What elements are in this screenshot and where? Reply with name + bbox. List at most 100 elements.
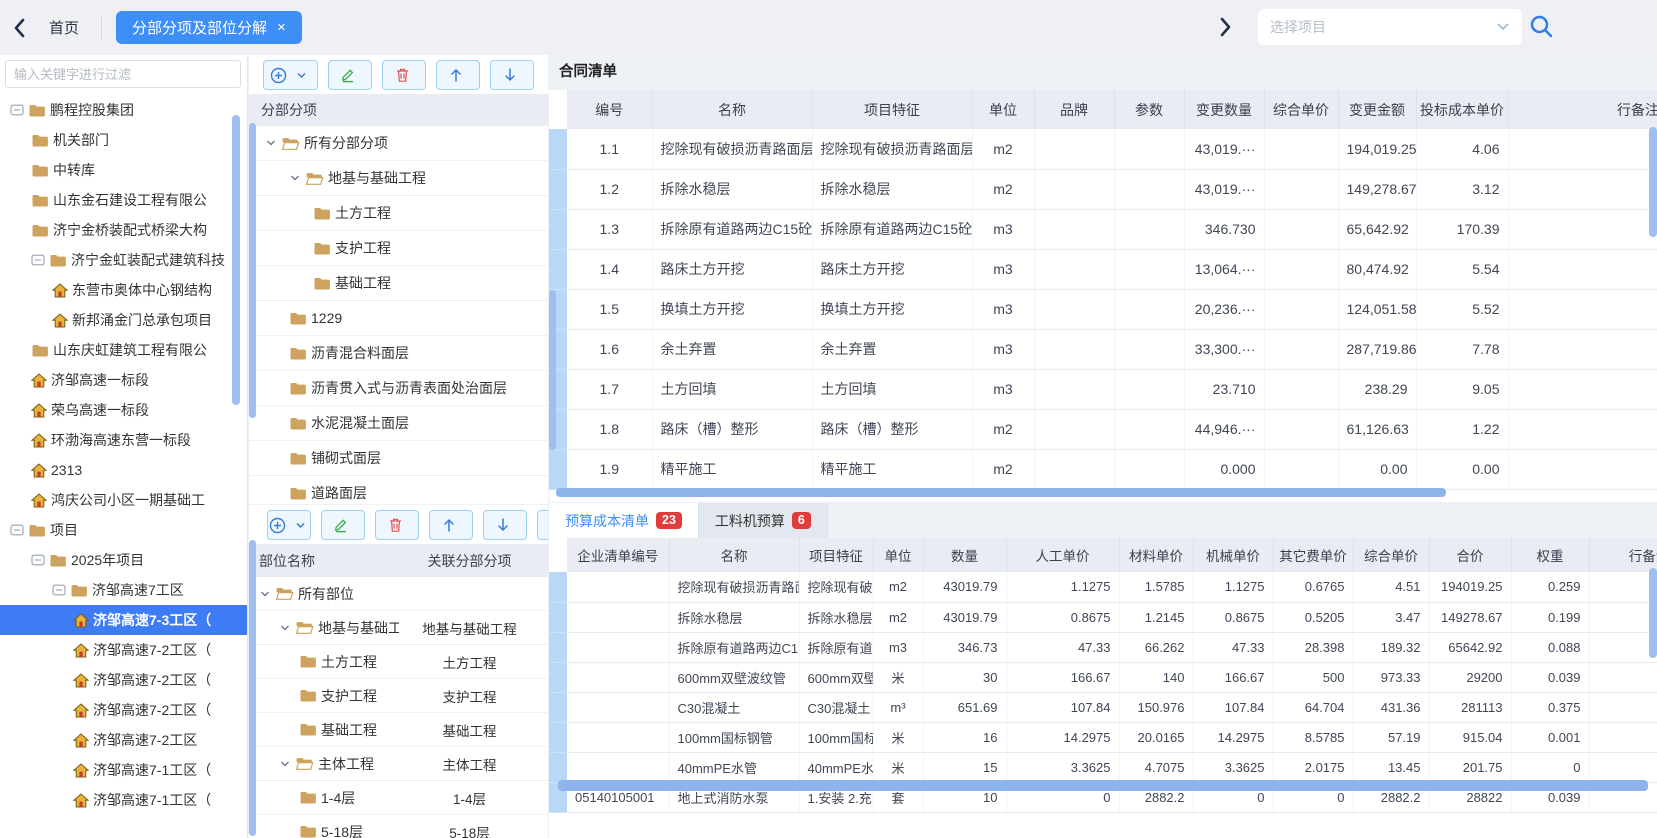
subitem-tree-item[interactable]: 沥青混合料面层 (249, 336, 548, 371)
sidebar-tree-item[interactable]: 济邹高速7-2工区（ (0, 665, 248, 695)
move-down-button[interactable] (490, 60, 534, 90)
tree-filter-input[interactable] (5, 60, 241, 88)
edit-button[interactable] (321, 510, 365, 540)
subitems-scrollbar-thumb-right[interactable] (549, 290, 556, 450)
move-up-button[interactable] (429, 510, 473, 540)
contract-row[interactable]: 1.6余土弃置余土弃置m333,300.···287,719.867.78 (549, 329, 1657, 369)
contract-row[interactable]: 1.8路床（槽）整形路床（槽）整形m244,946.···61,126.631.… (549, 409, 1657, 449)
sidebar-tree-item[interactable]: 济邹高速7-1工区（ (0, 755, 248, 785)
subitem-tree-item[interactable]: 土方工程 (249, 196, 548, 231)
sidebar-tree-item[interactable]: 新邦涌金门总承包项目 (0, 305, 248, 335)
project-select[interactable]: 选择项目 (1258, 9, 1522, 45)
add-button[interactable] (263, 60, 318, 90)
delete-button[interactable] (375, 510, 419, 540)
contract-row[interactable]: 1.4路床土方开挖路床土方开挖m313,064.···80,474.925.54 (549, 249, 1657, 289)
parts-linked-cell: 5-18层 (399, 822, 540, 838)
search-icon[interactable] (1528, 13, 1555, 43)
contract-hscrollbar-thumb[interactable] (556, 488, 1446, 497)
subitem-tree-item[interactable]: 1229 (249, 301, 548, 336)
sidebar-tree-item[interactable]: 环渤海高速东营一标段 (0, 425, 248, 455)
delete-button[interactable] (382, 60, 426, 90)
sidebar-scrollbar-thumb[interactable] (232, 115, 240, 405)
parts-linked-cell: 支护工程 (399, 686, 540, 706)
sidebar-tree-item[interactable]: 济邹高速7-2工区（ (0, 635, 248, 665)
chevron-down-icon (1496, 19, 1510, 35)
parts-row[interactable]: 5-18层5-18层 (249, 815, 548, 838)
subitem-tree-item[interactable]: 基础工程 (249, 266, 548, 301)
contract-row[interactable]: 1.3拆除原有道路两边C15砼拆除原有道路两边C15砼m3346.73065,6… (549, 209, 1657, 249)
sidebar-tree-item[interactable]: 荣乌高速一标段 (0, 395, 248, 425)
sidebar-tree-item[interactable]: 济邹高速7工区 (0, 575, 248, 605)
subitem-tree-item[interactable]: 所有分部分项 (249, 126, 548, 161)
tab-budget-cost-list[interactable]: 预算成本清单23 (549, 503, 699, 538)
subitem-tree-item[interactable]: 水泥混凝土面层 (249, 406, 548, 441)
sidebar-tree-item[interactable]: 2025年项目 (0, 545, 248, 575)
budget-hscrollbar-thumb[interactable] (558, 780, 1648, 791)
cell: 28.398 (1273, 632, 1353, 662)
subitem-tree-item[interactable]: 铺砌式面层 (249, 441, 548, 476)
contract-row[interactable]: 1.5换填土方开挖换填土方开挖m320,236.···124,051.585.5… (549, 289, 1657, 329)
cell: 65642.92 (1429, 632, 1511, 662)
sidebar-item-label: 新邦涌金门总承包项目 (72, 310, 212, 330)
tab-active[interactable]: 分部分项及部位分解 × (116, 11, 302, 44)
back-icon[interactable] (12, 18, 25, 38)
caret-down-icon (279, 622, 291, 634)
sidebar-tree-item[interactable]: 济邹高速7-2工区 (0, 725, 248, 755)
tab-labor-material-budget[interactable]: 工料机预算6 (699, 503, 828, 538)
sidebar-tree-item[interactable]: 济邹高速7-2工区（ (0, 695, 248, 725)
sidebar-tree-item[interactable]: 项目 (0, 515, 248, 545)
caret-down-icon (289, 172, 301, 184)
sidebar-tree-item[interactable]: 东营市奥体中心钢结构 (0, 275, 248, 305)
budget-row[interactable]: 拆除原有道路两边C15砼拆除原有道路两边C15砼m3346.7347.3366.… (549, 632, 1657, 662)
sidebar-tree-item[interactable]: 济邹高速7-3工区（ (0, 605, 248, 635)
subitems-scrollbar-thumb[interactable] (249, 123, 256, 418)
parts-scrollbar-thumb[interactable] (249, 540, 256, 836)
parts-row[interactable]: 地基与基础工程地基与基础工程 (249, 611, 548, 645)
folder-icon (31, 193, 49, 208)
sidebar-tree-item[interactable]: 山东金石建设工程有限公 (0, 185, 248, 215)
budget-row[interactable]: 挖除现有破损沥青路面层挖除现有破损沥青路面层m243019.791.12751.… (549, 572, 1657, 602)
contract-row[interactable]: 1.1挖除现有破损沥青路面层挖除现有破损沥青路面层m243,019.···194… (549, 129, 1657, 169)
budget-row[interactable]: 600mm双壁波纹管600mm双壁波纹管米30166.67140166.6750… (549, 662, 1657, 692)
org-tree-sidebar: 鹏程控股集团机关部门中转库山东金石建设工程有限公济宁金桥装配式桥梁大构济宁金虹装… (0, 55, 248, 838)
contract-row[interactable]: 1.2拆除水稳层拆除水稳层m243,019.···149,278.673.12 (549, 169, 1657, 209)
contract-vscrollbar-thumb[interactable] (1649, 127, 1657, 237)
sidebar-tree-item[interactable]: 济邹高速一标段 (0, 365, 248, 395)
sidebar-tree-item[interactable]: 济宁金桥装配式桥梁大构 (0, 215, 248, 245)
parts-row[interactable]: 主体工程主体工程 (249, 747, 548, 781)
subitem-tree-item[interactable]: 沥青贯入式与沥青表面处治面层 (249, 371, 548, 406)
budget-row[interactable]: 40mmPE水管40mmPE水管米153.36254.70753.36252.0… (549, 752, 1657, 782)
tab-close-icon[interactable]: × (277, 19, 286, 36)
budget-row[interactable]: C30混凝土C30混凝土m³651.69107.84150.976107.846… (549, 692, 1657, 722)
move-down-button[interactable] (483, 510, 527, 540)
sidebar-tree-item[interactable]: 机关部门 (0, 125, 248, 155)
sidebar-tree-item[interactable]: 中转库 (0, 155, 248, 185)
parts-row[interactable]: 土方工程土方工程 (249, 645, 548, 679)
subitem-tree-item[interactable]: 道路面层 (249, 476, 548, 504)
sidebar-tree-item[interactable]: 2313 (0, 455, 248, 485)
budget-vscrollbar-thumb[interactable] (1649, 568, 1657, 658)
sidebar-tree-item[interactable]: 鸿庆公司小区一期基础工 (0, 485, 248, 515)
sidebar-tree-item[interactable]: 山东庆虹建筑工程有限公 (0, 335, 248, 365)
sidebar-tree-item[interactable]: 济邹高速7-1工区（ (0, 785, 248, 815)
column-header: 名称 (652, 90, 812, 129)
move-up-button[interactable] (436, 60, 480, 90)
tab-home[interactable]: 首页 (49, 17, 79, 38)
parts-row[interactable]: 支护工程支护工程 (249, 679, 548, 713)
contract-row[interactable]: 1.9精平施工精平施工m20.0000.000.00 (549, 449, 1657, 489)
subitem-tree-item[interactable]: 支护工程 (249, 231, 548, 266)
cell: 土方回填 (652, 369, 812, 409)
flag-button[interactable] (537, 510, 548, 540)
budget-row[interactable]: 拆除水稳层拆除水稳层m243019.790.86751.21450.86750.… (549, 602, 1657, 632)
edit-button[interactable] (328, 60, 372, 90)
budget-row[interactable]: 100mm国标钢管100mm国标钢管米1614.297520.016514.29… (549, 722, 1657, 752)
sidebar-tree-item[interactable]: 济宁金虹装配式建筑科技 (0, 245, 248, 275)
parts-row[interactable]: 所有部位 (249, 577, 548, 611)
contract-row[interactable]: 1.7土方回填土方回填m323.710238.299.05 (549, 369, 1657, 409)
add-button[interactable] (267, 510, 311, 540)
parts-row[interactable]: 1-4层1-4层 (249, 781, 548, 815)
forward-icon[interactable] (1220, 17, 1233, 40)
subitem-tree-item[interactable]: 地基与基础工程 (249, 161, 548, 196)
parts-row[interactable]: 基础工程基础工程 (249, 713, 548, 747)
sidebar-tree-item[interactable]: 鹏程控股集团 (0, 95, 248, 125)
